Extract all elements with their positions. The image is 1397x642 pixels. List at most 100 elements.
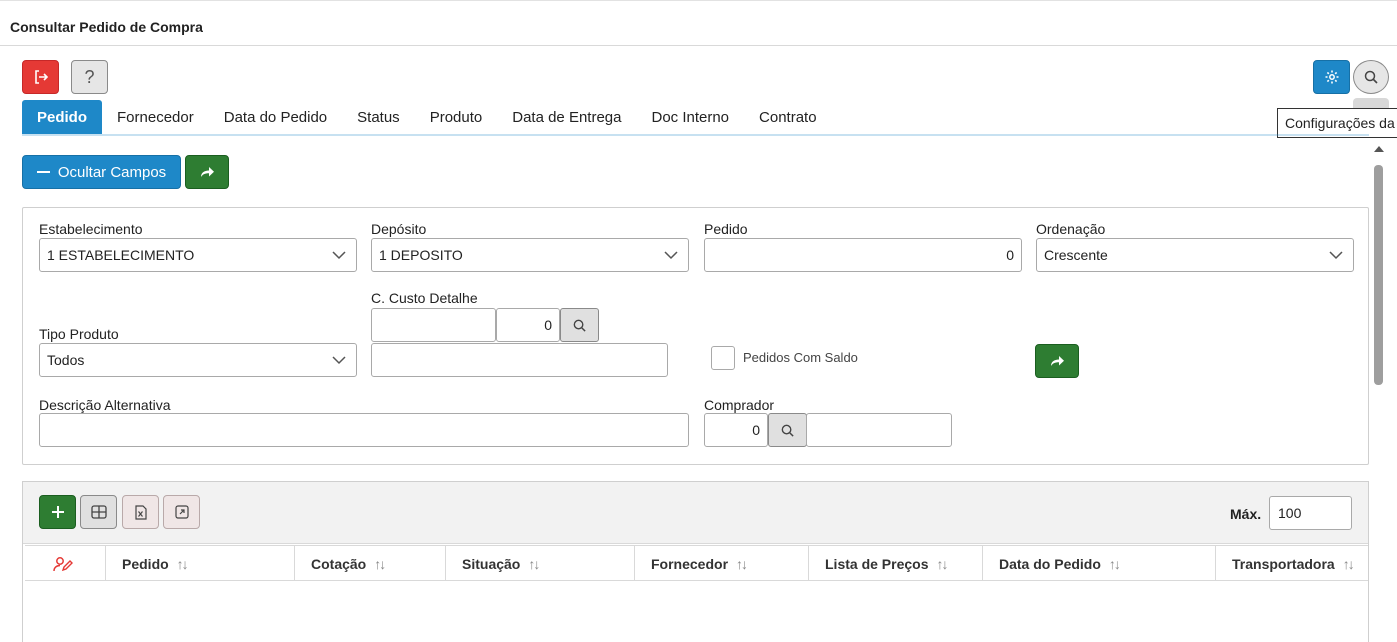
pedido-input[interactable]: 0 — [704, 238, 1022, 272]
hide-fields-button[interactable]: Ocultar Campos — [22, 155, 181, 189]
filter-tabs: Pedido Fornecedor Data do Pedido Status … — [22, 100, 832, 134]
pedido-value: 0 — [1006, 247, 1014, 263]
column-user-filter[interactable] — [25, 546, 106, 581]
custo-detalhe-number: 0 — [544, 317, 552, 333]
exit-button[interactable] — [22, 60, 59, 94]
tipo-produto-select[interactable]: Todos — [39, 343, 357, 377]
user-edit-icon — [53, 556, 73, 571]
expand-button[interactable] — [163, 495, 200, 529]
forward-arrow-icon — [1051, 356, 1064, 366]
comprador-code: 0 — [752, 422, 760, 438]
hide-fields-label: Ocultar Campos — [57, 163, 167, 181]
tooltip-text: Configurações da — [1285, 115, 1395, 131]
max-label: Máx. — [1230, 506, 1262, 522]
custo-detalhe-number-input[interactable]: 0 — [496, 308, 560, 342]
excel-file-icon — [134, 504, 147, 520]
chevron-down-icon — [1329, 251, 1343, 260]
vertical-scrollbar[interactable] — [1371, 143, 1385, 642]
filter-panel: Estabelecimento 1 ESTABELECIMENTO Depósi… — [22, 207, 1369, 465]
column-lista-de-precos-label: Lista de Preços — [825, 555, 929, 572]
comprador-name-input[interactable] — [806, 413, 952, 447]
window-title: Consultar Pedido de Compra — [10, 19, 203, 35]
estabelecimento-value: 1 ESTABELECIMENTO — [47, 247, 195, 263]
scroll-thumb[interactable] — [1374, 165, 1383, 385]
sort-icon: ↑↓ — [736, 555, 748, 572]
column-situacao[interactable]: Situação ↑↓ — [446, 546, 635, 581]
scroll-up-arrow-icon[interactable] — [1374, 146, 1384, 152]
custo-detalhe-code-input[interactable] — [371, 308, 496, 342]
max-rows-value: 100 — [1278, 505, 1302, 521]
descricao-alternativa-label: Descrição Alternativa — [39, 397, 171, 413]
pedidos-com-saldo-label: Pedidos Com Saldo — [743, 350, 858, 365]
column-transportadora-label: Transportadora — [1232, 555, 1335, 572]
export-excel-button[interactable] — [122, 495, 159, 529]
custo-detalhe-label: C. Custo Detalhe — [371, 290, 478, 306]
plus-icon — [51, 506, 64, 518]
comprador-code-input[interactable]: 0 — [704, 413, 768, 447]
settings-button[interactable] — [1313, 60, 1350, 94]
tab-produto[interactable]: Produto — [415, 100, 498, 134]
descricao-alternativa-input[interactable] — [39, 413, 689, 447]
deposito-label: Depósito — [371, 221, 427, 237]
table-header: Pedido ↑↓ Cotação ↑↓ Situação ↑↓ Fornece… — [25, 545, 1368, 581]
search-icon — [781, 424, 794, 437]
column-pedido[interactable]: Pedido ↑↓ — [106, 546, 295, 581]
search-icon — [1364, 70, 1378, 84]
column-situacao-label: Situação — [462, 555, 521, 572]
column-cotacao[interactable]: Cotação ↑↓ — [295, 546, 446, 581]
sort-icon: ↑↓ — [1342, 555, 1355, 572]
columns-button[interactable] — [80, 495, 117, 529]
table-icon — [90, 505, 107, 519]
sort-icon: ↑↓ — [528, 555, 540, 572]
tab-pedido[interactable]: Pedido — [22, 100, 103, 134]
apply-filter-button[interactable] — [1035, 344, 1079, 378]
add-button[interactable] — [39, 495, 76, 529]
ordenacao-select[interactable]: Crescente — [1036, 238, 1354, 272]
tab-contrato[interactable]: Contrato — [744, 100, 832, 134]
pedidos-com-saldo-checkbox[interactable] — [711, 346, 735, 370]
sort-icon: ↑↓ — [374, 555, 386, 572]
exit-icon — [34, 70, 48, 84]
tab-underline — [22, 134, 1369, 136]
global-search-button[interactable] — [1353, 60, 1389, 94]
tab-data-do-pedido[interactable]: Data do Pedido — [209, 100, 342, 134]
custo-detalhe-search-button[interactable] — [560, 308, 599, 342]
sort-icon: ↑↓ — [176, 555, 189, 572]
deposito-select[interactable]: 1 DEPOSITO — [371, 238, 689, 272]
gear-icon — [1325, 70, 1338, 84]
custo-detalhe-description-input[interactable] — [371, 343, 668, 377]
expand-icon — [174, 505, 189, 519]
help-label: ? — [84, 66, 95, 87]
pedido-label: Pedido — [704, 221, 748, 237]
column-data-do-pedido-label: Data do Pedido — [999, 555, 1101, 572]
column-data-do-pedido[interactable]: Data do Pedido ↑↓ — [983, 546, 1216, 581]
column-cotacao-label: Cotação — [311, 555, 367, 572]
tab-status[interactable]: Status — [342, 100, 415, 134]
tab-doc-interno[interactable]: Doc Interno — [636, 100, 744, 134]
column-fornecedor-label: Fornecedor — [651, 555, 729, 572]
search-icon — [573, 319, 586, 332]
column-transportadora[interactable]: Transportadora ↑↓ — [1216, 546, 1368, 581]
comprador-search-button[interactable] — [768, 413, 807, 447]
share-button[interactable] — [185, 155, 229, 189]
column-lista-de-precos[interactable]: Lista de Preços ↑↓ — [809, 546, 983, 581]
column-pedido-label: Pedido — [122, 555, 169, 572]
tab-fornecedor[interactable]: Fornecedor — [102, 100, 209, 134]
deposito-value: 1 DEPOSITO — [379, 247, 463, 263]
estabelecimento-select[interactable]: 1 ESTABELECIMENTO — [39, 238, 357, 272]
comprador-label: Comprador — [704, 397, 775, 413]
column-fornecedor[interactable]: Fornecedor ↑↓ — [635, 546, 809, 581]
forward-arrow-icon — [201, 167, 214, 177]
results-grid: Máx. 100 Pedido ↑↓ Cotação ↑↓ Situação ↑… — [22, 481, 1369, 642]
estabelecimento-label: Estabelecimento — [39, 221, 143, 237]
ordenacao-label: Ordenação — [1036, 221, 1106, 237]
help-button[interactable]: ? — [71, 60, 108, 94]
tipo-produto-value: Todos — [47, 352, 85, 368]
chevron-down-icon — [664, 251, 678, 260]
sort-icon: ↑↓ — [936, 555, 949, 572]
minus-icon — [36, 171, 50, 173]
max-rows-input[interactable]: 100 — [1269, 496, 1352, 530]
tab-data-de-entrega[interactable]: Data de Entrega — [497, 100, 636, 134]
chevron-down-icon — [332, 251, 346, 260]
chevron-down-icon — [332, 356, 346, 365]
